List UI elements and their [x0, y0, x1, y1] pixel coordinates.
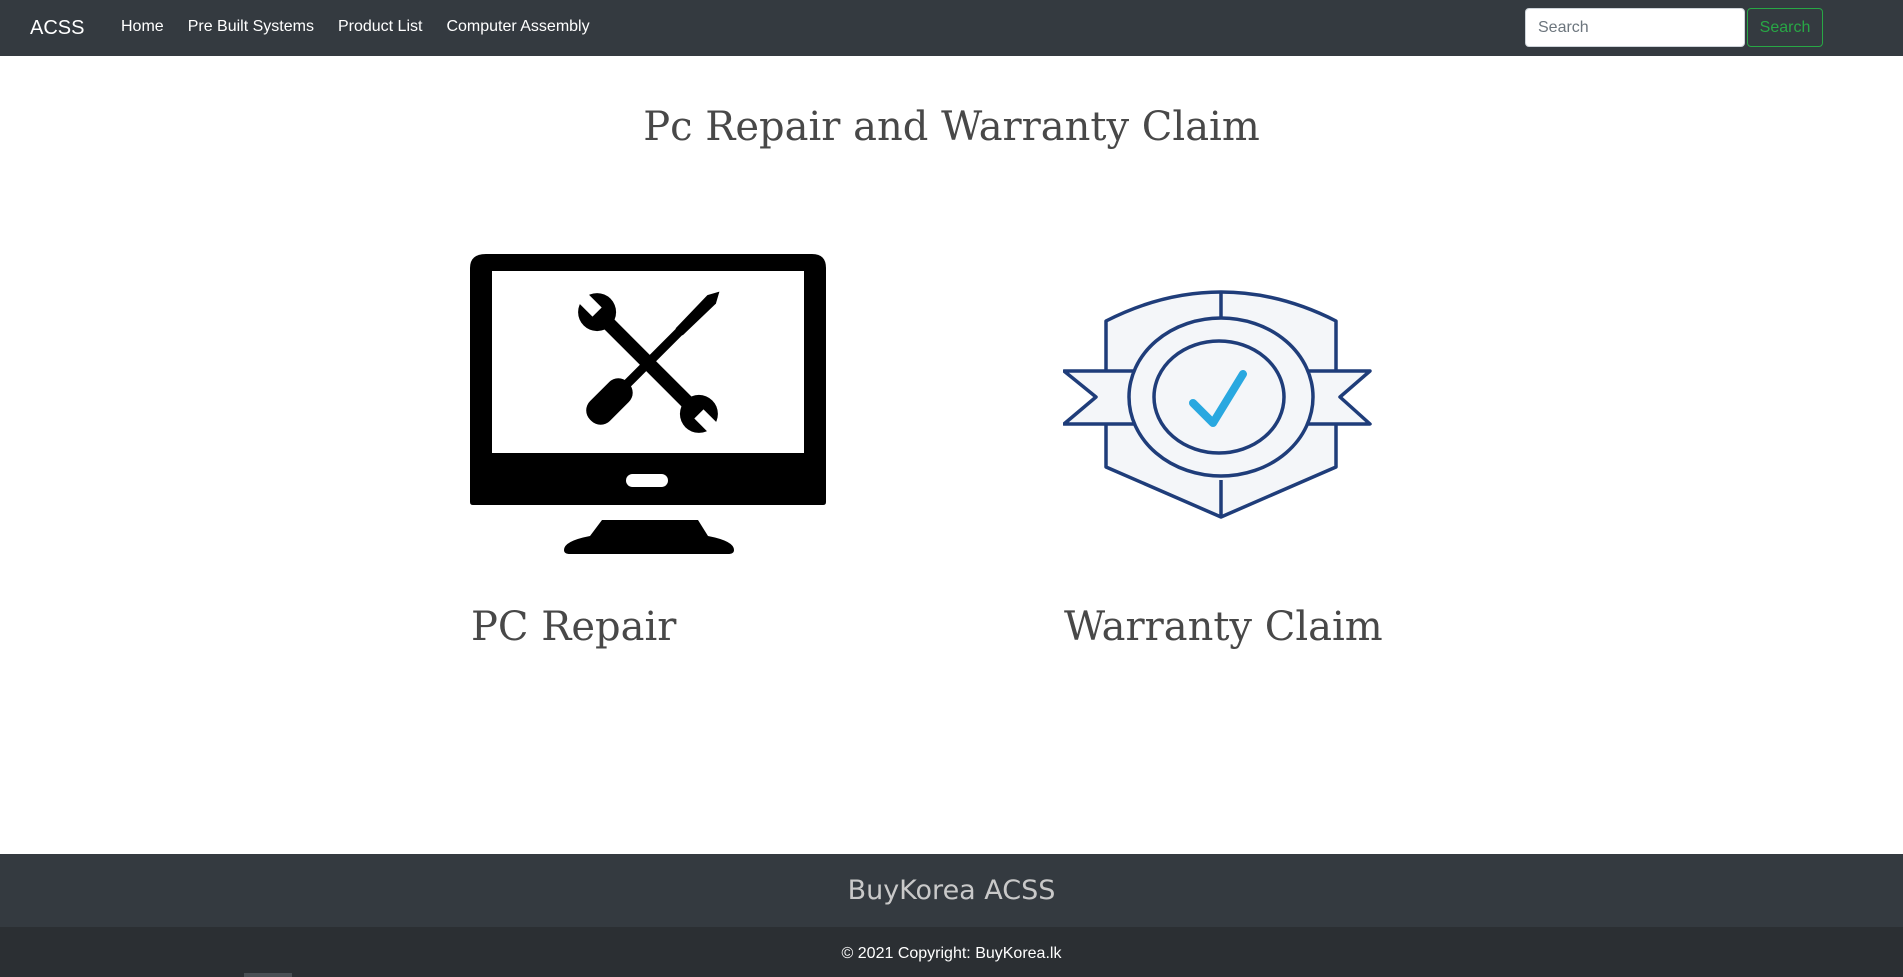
brand-link[interactable]: ACSS — [30, 15, 84, 41]
nav-link-computer-assembly[interactable]: Computer Assembly — [434, 17, 601, 37]
copyright-text: © 2021 Copyright: BuyKorea.lk — [842, 945, 1062, 962]
footer-bottom: © 2021 Copyright: BuyKorea.lk — [0, 927, 1903, 977]
page-title: Pc Repair and Warranty Claim — [643, 104, 1260, 150]
search-button[interactable]: Search — [1747, 8, 1823, 47]
footer-brand: BuyKorea ACSS — [847, 875, 1056, 906]
nav-link-product-list[interactable]: Product List — [326, 17, 434, 37]
search-form: Search — [1525, 8, 1823, 47]
pc-repair-label[interactable]: PC Repair — [471, 600, 676, 654]
nav-links: Home Pre Built Systems Product List Comp… — [109, 17, 602, 37]
warranty-badge-icon[interactable] — [1063, 252, 1383, 532]
footer-top: BuyKorea ACSS — [0, 854, 1903, 927]
navbar: ACSS Home Pre Built Systems Product List… — [0, 0, 1903, 56]
warranty-claim-label[interactable]: Warranty Claim — [1064, 600, 1383, 654]
scrollbar-thumb[interactable] — [244, 973, 292, 977]
copyright-link[interactable]: BuyKorea.lk — [975, 945, 1061, 962]
search-input[interactable] — [1525, 8, 1745, 47]
warranty-claim-card[interactable] — [1063, 252, 1383, 532]
nav-link-home[interactable]: Home — [109, 17, 176, 37]
nav-link-pre-built-systems[interactable]: Pre Built Systems — [176, 17, 326, 37]
pc-repair-card[interactable] — [470, 252, 830, 562]
copyright-prefix: © 2021 Copyright: — [841, 945, 976, 962]
monitor-tools-icon[interactable] — [470, 252, 830, 562]
